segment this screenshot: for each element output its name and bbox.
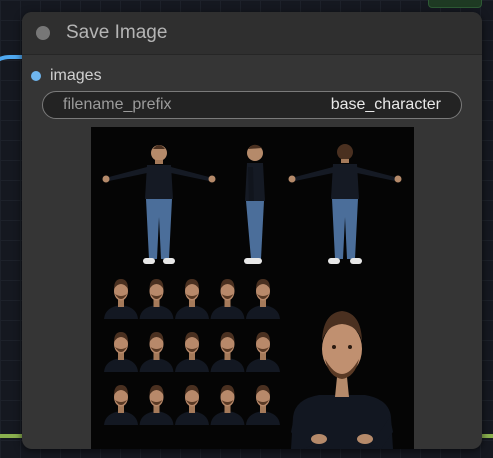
adjacent-node-corner[interactable] (428, 0, 482, 8)
input-slot-label: images (50, 67, 102, 84)
input-link-wire (0, 55, 24, 159)
save-image-node[interactable]: Save Image images filename_prefix base_c… (22, 12, 482, 449)
widget-label: filename_prefix (63, 96, 172, 113)
link-wire (0, 434, 24, 438)
input-slot-images[interactable]: images (22, 63, 482, 89)
widget-value: base_character (330, 96, 441, 113)
input-slot-dot[interactable] (31, 71, 41, 81)
image-preview[interactable] (91, 127, 414, 449)
filename-prefix-field[interactable]: filename_prefix base_character (42, 91, 462, 119)
character-sheet-image (91, 127, 414, 449)
node-title: Save Image (66, 22, 168, 43)
node-header[interactable]: Save Image (22, 12, 482, 55)
node-collapse-dot[interactable] (36, 26, 50, 40)
